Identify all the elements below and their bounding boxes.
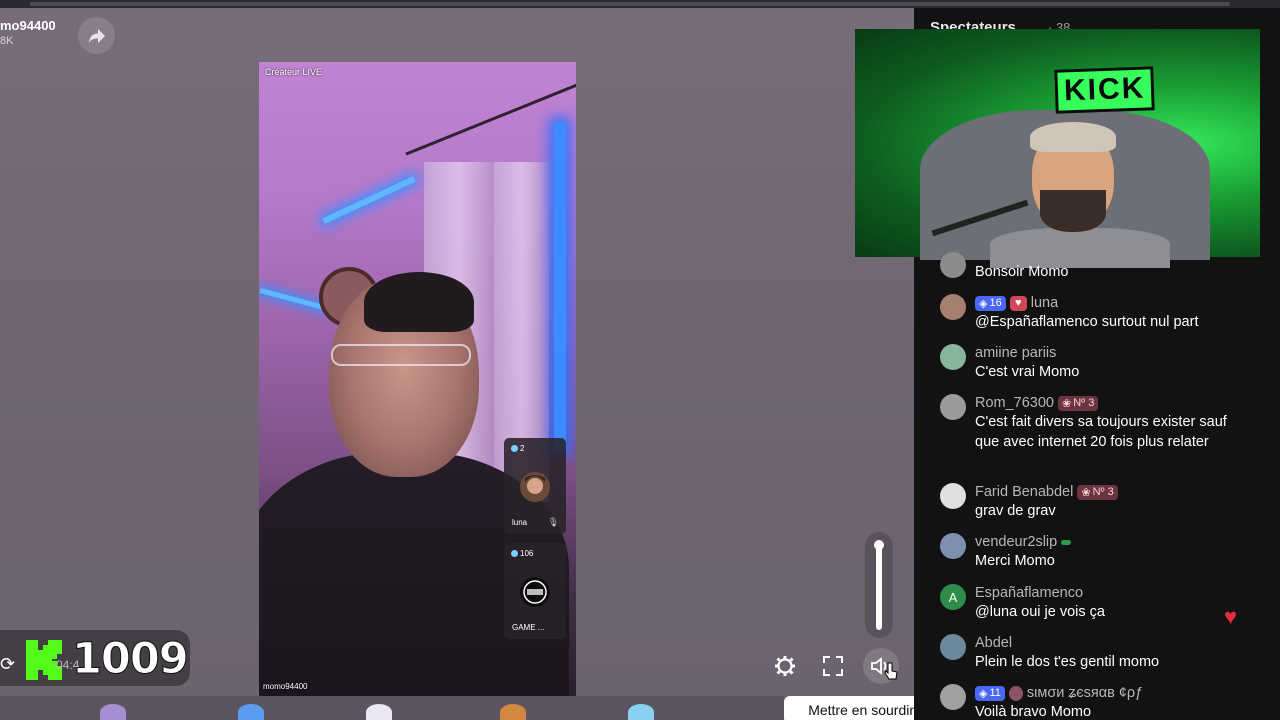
guest-count: 2 [520, 444, 525, 453]
diamond-icon: ◈ [979, 297, 988, 310]
kick-neon-sign: KICK [1054, 66, 1156, 114]
chat-username[interactable]: vendeur2slip [975, 534, 1057, 550]
avatar [520, 472, 550, 502]
flower-icon: ❀ [1062, 397, 1072, 410]
chat-text: grav de grav [975, 503, 1056, 519]
viewer-icon [511, 445, 518, 452]
avatar [940, 533, 966, 559]
glasses [331, 344, 471, 366]
avatar: A [940, 584, 966, 610]
viewer-icon [511, 550, 518, 557]
share-arrow-icon [88, 28, 105, 43]
led-glow [554, 122, 566, 452]
curtain-rod [405, 81, 576, 156]
chat-username[interactable]: Rom_76300 [975, 395, 1054, 411]
mic-muted-icon: 🎙 [547, 517, 559, 527]
guest-name: GAME ... [512, 623, 545, 632]
gift-icon[interactable] [366, 704, 392, 720]
avatar [940, 483, 966, 509]
chat-username[interactable]: amiine pariis [975, 345, 1056, 361]
avatar [940, 634, 966, 660]
webcam-shirt [990, 228, 1170, 268]
screen: mo94400 8K Créateur LIVE momo94400 2 lun… [0, 0, 1280, 720]
host-follower-count: 8K [0, 35, 14, 47]
chat-text: C'est fait divers sa toujours exister sa… [975, 414, 1227, 450]
subscriber-badge: ◈ 16 [975, 295, 1006, 311]
webcam-hair [1030, 122, 1116, 152]
chat-text: C'est vrai Momo [975, 364, 1080, 380]
chat-username[interactable]: Farid Benabdel [975, 484, 1073, 500]
avatar [940, 344, 966, 370]
avatar [940, 294, 966, 320]
fullscreen-button[interactable] [819, 652, 847, 680]
creator-live-tag: Créateur LIVE [265, 67, 323, 77]
chat-text: @luna oui je vois ça [975, 604, 1105, 620]
green-badge-icon [1061, 539, 1072, 545]
heart-icon: ♥ [1224, 604, 1238, 629]
browser-strip [0, 0, 1280, 8]
guest-name: luna [512, 518, 528, 527]
subscriber-badge: ◈ 11 [975, 685, 1005, 701]
webcam-beard [1040, 190, 1106, 232]
volume-knob[interactable] [874, 540, 884, 550]
gear-icon [775, 656, 795, 676]
guest-tile-luna[interactable]: 2 luna 🎙 [504, 438, 566, 534]
volume-slider[interactable] [865, 532, 893, 638]
kick-counter: 1009 [72, 634, 190, 685]
flower-icon: ❀ [1081, 486, 1091, 499]
volume-track [876, 542, 882, 630]
chat-text: Merci Momo [975, 553, 1055, 569]
led-strip [322, 176, 416, 224]
share-button[interactable] [78, 17, 115, 54]
rank-badge: ❀ Nº 3 [1058, 395, 1099, 411]
rank-badge: ❀ Nº 3 [1077, 484, 1118, 500]
chat-text: Plein le dos t'es gentil momo [975, 654, 1160, 670]
chat-text: @Españaflamenco surtout nul part [975, 314, 1199, 330]
chat-text: Voilà bravo Momo [975, 704, 1092, 720]
gift-badge-icon [1008, 685, 1023, 701]
avatar [520, 577, 550, 607]
gift-icon[interactable] [238, 704, 264, 720]
chat-username[interactable]: luna [1031, 295, 1058, 311]
streamer-hair [364, 272, 474, 332]
gift-icon[interactable] [628, 704, 654, 720]
chat-username[interactable]: Abdel [975, 635, 1012, 651]
guest-tile-game[interactable]: 106 GAME ... [504, 543, 566, 639]
avatar [940, 394, 966, 420]
gift-icon[interactable] [100, 704, 126, 720]
video-username: momo94400 [263, 682, 308, 691]
fullscreen-icon [823, 656, 843, 676]
avatar [940, 684, 966, 710]
guest-count: 106 [520, 549, 534, 558]
settings-button[interactable] [771, 652, 799, 680]
chat-username[interactable]: Españaflamenco [975, 585, 1083, 601]
heart-badge-icon: ♥ [1009, 295, 1027, 311]
diamond-icon: ◈ [979, 687, 988, 700]
refresh-icon: ⟳ [0, 654, 16, 674]
chat-text: Bonsoir Momo [975, 264, 1069, 280]
cursor-icon [884, 662, 898, 680]
chat-username[interactable]: ѕιмσи ʑєѕяαв ¢ρƒ [1027, 685, 1143, 701]
host-name[interactable]: mo94400 [0, 18, 56, 33]
avatar [940, 252, 966, 278]
gift-icon[interactable] [500, 704, 526, 720]
